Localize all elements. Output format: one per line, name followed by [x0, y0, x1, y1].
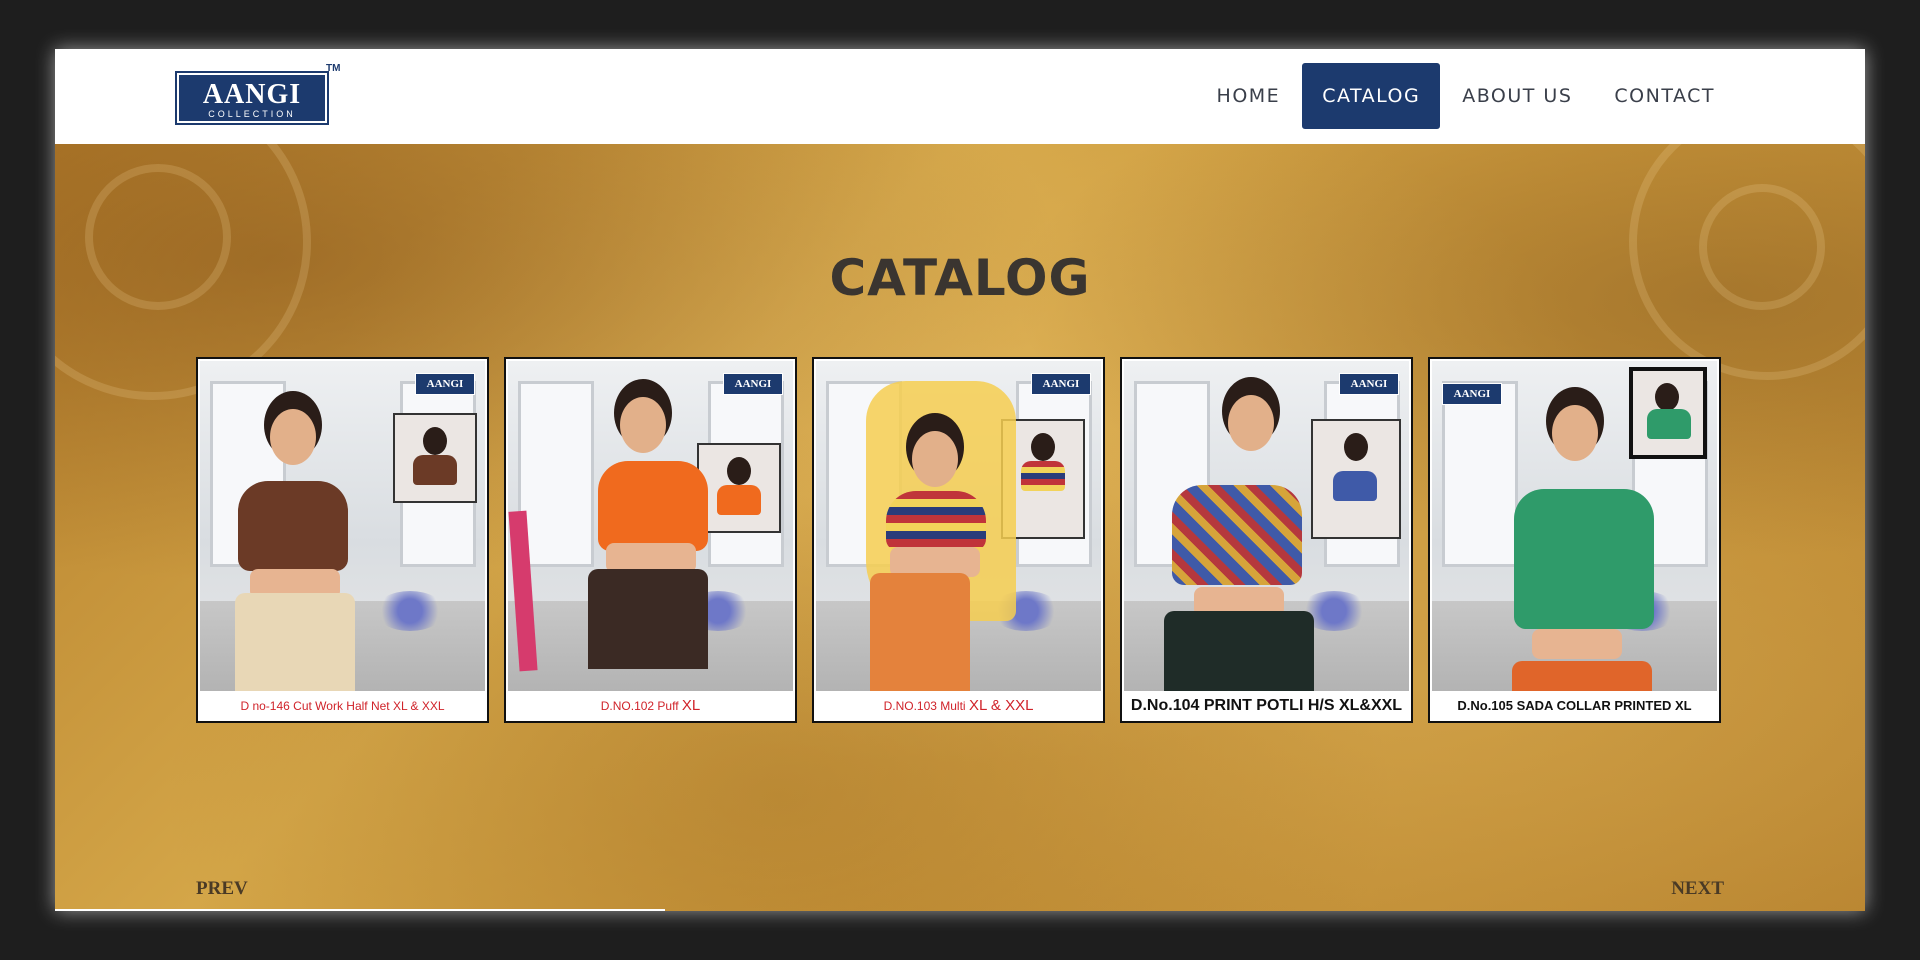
card-caption-text: D.NO.102 Puff: [600, 699, 679, 713]
model-blouse: [886, 491, 986, 551]
nav-home[interactable]: HOME: [1197, 63, 1301, 129]
product-image: AANGI: [508, 361, 793, 691]
card-caption: D no-146 Cut Work Half Net XL & XXL: [240, 699, 445, 713]
logo-name: AANGI: [202, 79, 302, 110]
catalog-card[interactable]: AANGI D no-146 Cut Work Half Net XL & XX…: [196, 357, 489, 723]
model-blouse: [1172, 485, 1302, 585]
catalog-card[interactable]: AANGI D.NO.102 Puff XL: [504, 357, 797, 723]
prev-button[interactable]: PREV: [196, 878, 248, 900]
model-head: [270, 409, 316, 465]
logo-badge: AANGI COLLECTION: [175, 71, 329, 125]
model-head: [912, 431, 958, 487]
logo-trademark: TM: [326, 63, 341, 74]
model-head: [1552, 405, 1598, 461]
main-nav: HOME CATALOG ABOUT US CONTACT: [1195, 63, 1735, 129]
nav-catalog[interactable]: CATALOG: [1302, 63, 1441, 129]
model-blouse: [598, 461, 708, 551]
model-saree: [1512, 661, 1652, 691]
mini-brand-logo: AANGI: [1442, 383, 1502, 405]
model-saree: [235, 593, 355, 691]
card-caption: D.No.104 PRINT POTLI H/S XL&XXL: [1130, 697, 1403, 714]
catalog-card[interactable]: AANGI D.No.104 PRINT POTLI H/S XL&XXL: [1120, 357, 1413, 723]
catalog-carousel: AANGI D no-146 Cut Work Half Net XL & XX…: [196, 357, 1721, 723]
inset-model-head: [423, 427, 447, 455]
back-view-inset: [393, 413, 477, 503]
progress-strip: [55, 909, 665, 911]
back-view-inset: [1629, 367, 1707, 459]
page-frame: AANGI COLLECTION TM HOME CATALOG ABOUT U…: [55, 49, 1865, 911]
flower-decor: [375, 591, 445, 631]
catalog-card[interactable]: AANGI D.NO.103 Multi XL & XXL: [812, 357, 1105, 723]
inset-model-head: [1031, 433, 1055, 461]
inset-blouse: [413, 455, 457, 485]
product-image: AANGI: [816, 361, 1101, 691]
card-caption: D.NO.103 Multi XL & XXL: [814, 691, 1103, 721]
page-title: CATALOG: [829, 249, 1091, 307]
front-view-inset: [697, 443, 781, 533]
model-waist: [1532, 629, 1622, 659]
model-saree: [1164, 611, 1314, 691]
model-head: [1228, 395, 1274, 451]
mini-brand-logo: AANGI: [415, 373, 475, 395]
product-image: AANGI: [1432, 361, 1717, 691]
model-blouse: [1514, 489, 1654, 629]
product-image: AANGI: [200, 361, 485, 691]
nav-about-us[interactable]: ABOUT US: [1442, 63, 1592, 129]
model-blouse: [238, 481, 348, 571]
catalog-card[interactable]: AANGI D.No.105 SADA COLLAR PRINTED XL: [1428, 357, 1721, 723]
inset-model-head: [727, 457, 751, 485]
inset-blouse: [1333, 471, 1377, 501]
back-view-inset: [1311, 419, 1401, 539]
site-header: AANGI COLLECTION TM HOME CATALOG ABOUT U…: [55, 49, 1865, 144]
card-caption-size: XL & XXL: [968, 697, 1034, 714]
card-caption-text: D.NO.103 Multi: [883, 699, 966, 713]
mini-brand-logo: AANGI: [1339, 373, 1399, 395]
model-saree: [870, 573, 970, 691]
card-caption: D.NO.102 Puff XL: [506, 691, 795, 721]
nav-contact[interactable]: CONTACT: [1594, 63, 1735, 129]
card-caption: D.No.105 SADA COLLAR PRINTED XL: [1457, 698, 1692, 713]
model-saree: [588, 569, 708, 669]
logo-subtitle: COLLECTION: [208, 109, 296, 119]
next-button[interactable]: NEXT: [1671, 878, 1724, 900]
inset-blouse: [717, 485, 761, 515]
mini-brand-logo: AANGI: [723, 373, 783, 395]
inset-blouse: [1647, 409, 1691, 439]
product-image: AANGI: [1124, 361, 1409, 691]
model-head: [620, 397, 666, 453]
brand-logo[interactable]: AANGI COLLECTION TM: [175, 63, 340, 125]
mini-brand-logo: AANGI: [1031, 373, 1091, 395]
window-decor: [518, 381, 594, 567]
card-caption-size: XL: [681, 697, 701, 714]
window-decor: [1442, 381, 1518, 567]
inset-model-head: [1655, 383, 1679, 411]
inset-blouse: [1021, 461, 1065, 491]
inset-model-head: [1344, 433, 1368, 461]
